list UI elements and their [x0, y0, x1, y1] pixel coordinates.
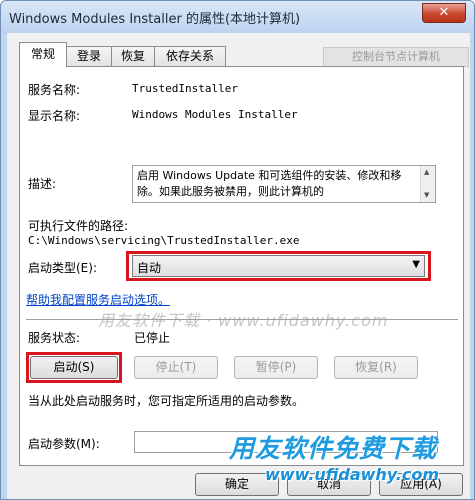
- exe-path-value: C:\Windows\servicing\TrustedInstaller.ex…: [28, 234, 300, 247]
- startup-type-select[interactable]: 自动 ▼: [132, 255, 425, 277]
- description-scrollbar[interactable]: ▲ ▼: [420, 166, 435, 202]
- startup-type-label: 启动类型(E):: [28, 261, 97, 275]
- tab-logon[interactable]: 登录: [66, 46, 112, 67]
- logo-url-text: www.ufidawhy.com: [265, 465, 439, 484]
- window-title: Windows Modules Installer 的属性(本地计算机): [9, 12, 301, 27]
- resume-button[interactable]: 恢复(R): [334, 356, 418, 379]
- stop-button[interactable]: 停止(T): [134, 356, 218, 379]
- description-label: 描述:: [28, 177, 57, 191]
- start-params-hint: 当从此处启动服务时，您可指定所适用的启动参数。: [28, 394, 305, 408]
- service-status-value: 已停止: [134, 331, 171, 345]
- title-bar[interactable]: Windows Modules Installer 的属性(本地计算机) ✕: [1, 1, 474, 33]
- tab-general[interactable]: 常规: [19, 42, 67, 67]
- chevron-down-icon[interactable]: ▼: [412, 259, 420, 270]
- start-params-label: 启动参数(M):: [28, 437, 100, 451]
- close-button[interactable]: ✕: [422, 3, 466, 23]
- tab-dependencies[interactable]: 依存关系: [154, 46, 226, 67]
- description-box[interactable]: 启用 Windows Update 和可选组件的安装、修改和移除。如果此服务被禁…: [132, 165, 436, 203]
- help-configure-link[interactable]: 帮助我配置服务启动选项。: [26, 291, 170, 308]
- service-name-label: 服务名称:: [28, 83, 81, 97]
- startup-type-value: 自动: [137, 261, 162, 275]
- watermark-logo: 用友软件免费下载 www.ufidawhy.com: [211, 429, 473, 499]
- pause-button[interactable]: 暂停(P): [234, 356, 318, 379]
- display-name-value: Windows Modules Installer: [132, 108, 298, 121]
- general-tab-panel: 服务名称: TrustedInstaller 显示名称: Windows Mod…: [19, 66, 464, 466]
- service-status-label: 服务状态:: [28, 331, 81, 345]
- start-button[interactable]: 启动(S): [30, 356, 118, 379]
- watermark-top: 控制台节点计算机: [323, 47, 469, 67]
- tab-recovery[interactable]: 恢复: [111, 46, 155, 67]
- watermark-middle: 用友软件下载 · www.ufidawhy.com: [98, 311, 389, 330]
- properties-dialog: Windows Modules Installer 的属性(本地计算机) ✕ 常…: [0, 0, 475, 500]
- scroll-up-icon[interactable]: ▲: [424, 168, 429, 176]
- scroll-down-icon[interactable]: ▼: [424, 191, 429, 199]
- logo-cn-text: 用友软件免费下载: [229, 434, 438, 463]
- display-name-label: 显示名称:: [28, 109, 81, 123]
- exe-path-label: 可执行文件的路径:: [28, 219, 129, 233]
- description-text: 启用 Windows Update 和可选组件的安装、修改和移除。如果此服务被禁…: [137, 169, 402, 198]
- service-name-value: TrustedInstaller: [132, 82, 238, 95]
